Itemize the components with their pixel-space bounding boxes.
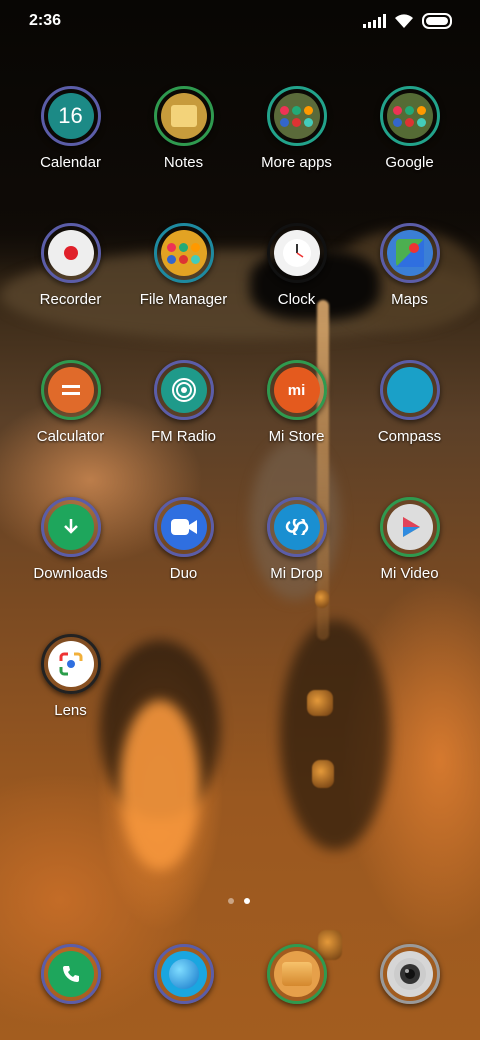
app-label: Notes: [163, 154, 204, 171]
app-label: FM Radio: [150, 428, 217, 445]
app-label: Mi Video: [380, 565, 439, 582]
wifi-icon: [395, 14, 413, 28]
record-icon: [40, 223, 101, 283]
calendar-icon: 16: [40, 86, 101, 146]
folder-icon: [153, 223, 214, 283]
dock: [14, 944, 466, 1008]
camera-icon: [379, 944, 440, 1004]
compass-icon: [379, 360, 440, 420]
app-label: Clock: [277, 291, 316, 308]
app-recorder[interactable]: Recorder: [14, 223, 127, 308]
calculator-icon: [40, 360, 101, 420]
app-label: Mi Drop: [270, 565, 323, 582]
app-mi-video[interactable]: Mi Video: [353, 497, 466, 582]
messages-icon: [266, 944, 327, 1004]
notes-icon: [153, 86, 214, 146]
app-label: Calculator: [36, 428, 105, 445]
app-label: File Manager: [139, 291, 228, 308]
app-maps[interactable]: Maps: [353, 223, 466, 308]
app-compass[interactable]: Compass: [353, 360, 466, 445]
app-label: Compass: [377, 428, 442, 445]
radio-icon: [153, 360, 214, 420]
page-dot-2[interactable]: [244, 898, 250, 904]
app-more-apps[interactable]: More apps: [240, 86, 353, 171]
video-call-icon: [153, 497, 214, 557]
status-bar: 2:36: [0, 0, 480, 44]
app-label: Google: [385, 154, 434, 171]
app-mi-drop[interactable]: Mi Drop: [240, 497, 353, 582]
app-clock[interactable]: Clock: [240, 223, 353, 308]
calendar-day: 16: [58, 103, 83, 128]
app-label: Calendar: [40, 154, 101, 171]
clock-icon: [266, 223, 327, 283]
app-notes[interactable]: Notes: [127, 86, 240, 171]
folder-icon: [266, 86, 327, 146]
lens-icon: [40, 634, 101, 694]
app-mi-store[interactable]: mi Mi Store: [240, 360, 353, 445]
maps-icon: [379, 223, 440, 283]
app-lens[interactable]: Lens: [14, 634, 127, 719]
mi-store-icon: mi: [266, 360, 327, 420]
app-label: Recorder: [39, 291, 102, 308]
play-icon: [379, 497, 440, 557]
dock-browser[interactable]: [127, 944, 240, 1004]
dock-phone[interactable]: [14, 944, 127, 1004]
signal-icon: [363, 14, 386, 28]
mi-drop-icon: [266, 497, 327, 557]
app-label: Downloads: [33, 565, 108, 582]
app-duo[interactable]: Duo: [127, 497, 240, 582]
dock-messages[interactable]: [240, 944, 353, 1004]
download-icon: [40, 497, 101, 557]
app-label: Maps: [391, 291, 428, 308]
app-label: Lens: [54, 702, 87, 719]
app-calendar[interactable]: 16 Calendar: [14, 86, 127, 171]
app-downloads[interactable]: Downloads: [14, 497, 127, 582]
app-label: More apps: [261, 154, 332, 171]
battery-icon: [422, 13, 452, 29]
phone-icon: [40, 944, 101, 1004]
page-indicator: [228, 898, 250, 904]
app-label: Mi Store: [268, 428, 325, 445]
browser-icon: [153, 944, 214, 1004]
app-fm-radio[interactable]: FM Radio: [127, 360, 240, 445]
folder-icon: [379, 86, 440, 146]
status-time: 2:36: [29, 12, 62, 29]
app-label: Duo: [169, 565, 198, 582]
app-calculator[interactable]: Calculator: [14, 360, 127, 445]
app-file-manager[interactable]: File Manager: [127, 223, 240, 308]
page-dot-1[interactable]: [228, 898, 234, 904]
dock-camera[interactable]: [353, 944, 466, 1004]
app-google[interactable]: Google: [353, 86, 466, 171]
